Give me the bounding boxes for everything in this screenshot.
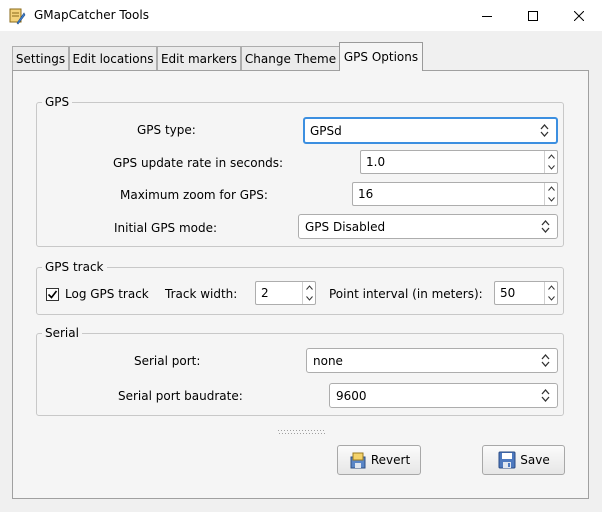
- spin-down-icon[interactable]: [545, 293, 557, 304]
- gps-options-panel: GPS GPS type: GPSd GPS update rate in se…: [12, 70, 589, 499]
- spin-buttons[interactable]: [544, 282, 557, 304]
- serial-port-label: Serial port:: [134, 354, 201, 368]
- log-gps-track-label[interactable]: Log GPS track: [65, 287, 149, 301]
- revert-button[interactable]: Revert: [337, 445, 421, 475]
- maximize-button[interactable]: [510, 0, 556, 31]
- gps-group-title: GPS: [42, 95, 73, 109]
- tab-edit-markers[interactable]: Edit markers: [157, 46, 241, 70]
- spin-up-icon[interactable]: [545, 183, 557, 194]
- point-interval-label: Point interval (in meters):: [329, 287, 483, 301]
- gps-update-rate-label: GPS update rate in seconds:: [113, 156, 284, 170]
- updown-arrows-icon: [540, 124, 549, 137]
- close-icon: [574, 10, 584, 21]
- app-icon: [8, 7, 26, 25]
- tab-edit-locations[interactable]: Edit locations: [69, 46, 157, 70]
- tab-change-theme[interactable]: Change Theme: [241, 46, 340, 70]
- log-gps-track-checkbox[interactable]: [46, 288, 59, 301]
- track-width-spin[interactable]: 2: [255, 281, 316, 305]
- minimize-button[interactable]: [464, 0, 510, 31]
- updown-arrows-icon: [541, 354, 550, 367]
- tab-gps-options[interactable]: GPS Options: [339, 42, 423, 71]
- gps-type-combo[interactable]: GPSd: [303, 117, 558, 144]
- track-width-label: Track width:: [165, 287, 238, 301]
- spin-buttons[interactable]: [544, 151, 557, 173]
- spin-up-icon[interactable]: [545, 151, 557, 162]
- updown-arrows-icon: [541, 220, 550, 233]
- gps-update-rate-spin[interactable]: 1.0: [360, 150, 558, 174]
- spin-buttons[interactable]: [302, 282, 315, 304]
- serial-port-combo[interactable]: none: [306, 348, 558, 373]
- pane-grip-handle[interactable]: [278, 430, 326, 434]
- tab-settings[interactable]: Settings: [12, 46, 69, 70]
- minimize-icon: [482, 15, 492, 17]
- serial-baudrate-label: Serial port baudrate:: [118, 389, 243, 403]
- checkmark-icon: [47, 290, 58, 299]
- maximize-icon: [528, 10, 538, 21]
- gps-track-group-title: GPS track: [42, 260, 107, 274]
- initial-gps-mode-combo[interactable]: GPS Disabled: [298, 214, 558, 239]
- save-icon: [498, 451, 516, 469]
- save-button[interactable]: Save: [482, 445, 565, 475]
- spin-down-icon[interactable]: [303, 293, 315, 304]
- window-title: GMapCatcher Tools: [34, 8, 149, 22]
- spin-buttons[interactable]: [544, 183, 557, 205]
- gps-type-label: GPS type:: [137, 123, 196, 137]
- updown-arrows-icon: [541, 389, 550, 402]
- serial-group-title: Serial: [42, 326, 82, 340]
- spin-down-icon[interactable]: [545, 162, 557, 173]
- revert-icon: [350, 452, 366, 469]
- title-bar[interactable]: GMapCatcher Tools: [0, 0, 602, 31]
- spin-down-icon[interactable]: [545, 194, 557, 205]
- spin-up-icon[interactable]: [303, 282, 315, 293]
- serial-baudrate-combo[interactable]: 9600: [329, 383, 558, 408]
- point-interval-spin[interactable]: 50: [494, 281, 558, 305]
- max-zoom-spin[interactable]: 16: [352, 182, 558, 206]
- initial-gps-mode-label: Initial GPS mode:: [114, 221, 218, 235]
- spin-up-icon[interactable]: [545, 282, 557, 293]
- close-button[interactable]: [556, 0, 602, 31]
- max-zoom-label: Maximum zoom for GPS:: [120, 188, 268, 202]
